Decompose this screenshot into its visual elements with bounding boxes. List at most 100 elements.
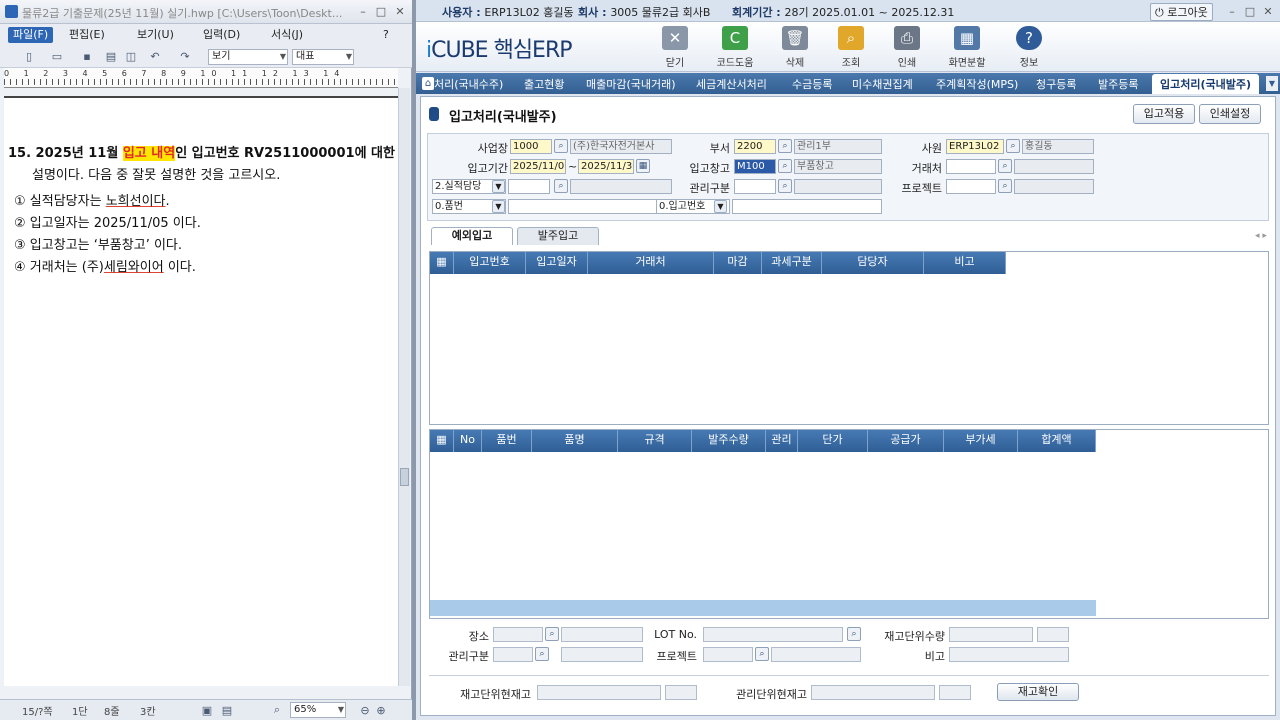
col-closing[interactable]: 마감 — [714, 252, 762, 274]
col-item-name[interactable]: 품명 — [532, 430, 618, 452]
col-receipt-date[interactable]: 입고일자 — [526, 252, 588, 274]
search-icon[interactable]: ⌕ — [554, 179, 568, 193]
new-doc-icon[interactable]: ▯ — [22, 50, 36, 63]
col-order-qty[interactable]: 발주수량 — [692, 430, 766, 452]
biz-code-field[interactable]: 1000 — [510, 139, 552, 154]
view-mode-icon[interactable]: ▣ — [200, 704, 214, 717]
menu-file[interactable]: 파일(F) — [8, 27, 54, 43]
emp-code-field[interactable]: ERP13L02 — [946, 139, 1004, 154]
tab-request[interactable]: 청구등록 — [1036, 76, 1076, 92]
open-folder-icon[interactable]: ▭ — [50, 50, 64, 63]
zoom-out-icon[interactable]: ⊖ — [358, 704, 372, 717]
calendar-icon[interactable]: ▦ — [636, 159, 650, 173]
bottom-project-code-field[interactable] — [703, 647, 753, 662]
search-icon[interactable]: ⌕ — [998, 179, 1012, 193]
tab-po-receiving[interactable]: 발주입고 — [517, 227, 599, 245]
tab-shipment-status[interactable]: 출고현황 — [524, 76, 564, 92]
search-icon[interactable]: ⌕ — [535, 647, 549, 661]
tab-scroll-arrows-icon[interactable]: ◂ ▸ — [1255, 231, 1267, 241]
split-screen-button[interactable]: ▦ 화면분할 — [944, 26, 990, 69]
tab-purchase-order[interactable]: 발주등록 — [1098, 76, 1138, 92]
search-icon[interactable]: ⌕ — [554, 139, 568, 153]
zoom-in-icon[interactable]: ⊕ — [374, 704, 388, 717]
grid-settings-icon[interactable]: ▦ — [430, 430, 454, 452]
item-field[interactable] — [508, 199, 672, 214]
ruler[interactable]: 0 1 2 3 4 5 6 7 8 9 10 11 12 13 14 — [4, 68, 398, 88]
chevron-down-icon[interactable]: ▼ — [1266, 76, 1278, 91]
document-page[interactable]: 15. 2025년 11월 입고 내역인 입고번호 RV2511000001에 … — [4, 96, 398, 686]
delete-button[interactable]: 🗑 삭제 — [772, 26, 818, 69]
menu-view[interactable]: 보기(U) — [132, 27, 179, 43]
preview-icon[interactable]: ◫ — [124, 50, 138, 63]
search-icon[interactable]: ⌕ — [778, 139, 792, 153]
view-combo[interactable]: 보기 ▼ — [208, 49, 288, 65]
save-icon[interactable]: ▪ — [80, 50, 94, 63]
col-receipt-no[interactable]: 입고번호 — [454, 252, 526, 274]
col-manager[interactable]: 담당자 — [822, 252, 924, 274]
code-help-button[interactable]: C 코드도움 — [712, 26, 758, 69]
scroll-thumb[interactable] — [400, 468, 409, 486]
search-icon[interactable]: ⌕ — [778, 179, 792, 193]
tab-receiving-domestic[interactable]: 입고처리(국내발주) — [1152, 74, 1260, 94]
stock-check-button[interactable]: 재고확인 — [997, 683, 1079, 701]
project-code-field[interactable] — [946, 179, 996, 194]
customer-code-field[interactable] — [946, 159, 996, 174]
apply-receiving-button[interactable]: 입고적용 — [1133, 104, 1195, 124]
vertical-scrollbar[interactable] — [398, 88, 410, 686]
receiving-detail-grid[interactable]: ▦ No 품번 품명 규격 발주수량 관리 단가 공급가 부가세 합계액 — [429, 429, 1269, 619]
tab-mps[interactable]: 주계획작성(MPS) — [936, 76, 1018, 92]
warehouse-code-field[interactable]: M100 — [734, 159, 776, 174]
search-icon[interactable]: ⌕ — [755, 647, 769, 661]
col-spec[interactable]: 규격 — [618, 430, 692, 452]
close-icon[interactable]: ✕ — [1260, 4, 1276, 19]
grid-settings-icon[interactable]: ▦ — [430, 252, 454, 274]
search-icon[interactable]: ⌕ — [998, 159, 1012, 173]
menu-help[interactable]: ? — [378, 27, 394, 43]
col-tax-type[interactable]: 과세구분 — [762, 252, 822, 274]
maximize-icon[interactable]: □ — [1242, 4, 1258, 19]
location-code-field[interactable] — [493, 627, 543, 642]
col-note[interactable]: 비고 — [924, 252, 1006, 274]
maximize-icon[interactable]: □ — [373, 4, 389, 19]
page-view-icon[interactable]: ▤ — [220, 704, 234, 717]
lot-field[interactable] — [703, 627, 843, 642]
chevron-down-icon[interactable]: ▼ — [492, 200, 505, 213]
bottom-note-field[interactable] — [949, 647, 1069, 662]
col-mgmt[interactable]: 관리 — [766, 430, 798, 452]
tab-sales-closing[interactable]: 매출마감(국내거래) — [586, 76, 676, 92]
undo-icon[interactable]: ↶ — [148, 50, 162, 63]
tab-tax-invoice[interactable]: 세금계산서처리 — [696, 76, 767, 92]
redo-icon[interactable]: ↷ — [178, 50, 192, 63]
print-icon[interactable]: ▤ — [104, 50, 118, 63]
zoom-icon[interactable]: ⌕ — [270, 703, 284, 716]
bottom-mgmt-code-field[interactable] — [493, 647, 533, 662]
home-icon[interactable]: ⌂ — [422, 77, 434, 90]
logout-button[interactable]: ⏻ 로그아웃 — [1150, 3, 1213, 21]
col-customer[interactable]: 거래처 — [588, 252, 714, 274]
col-item-code[interactable]: 품번 — [482, 430, 532, 452]
menu-edit[interactable]: 편집(E) — [64, 27, 110, 43]
search-icon[interactable]: ⌕ — [545, 627, 559, 641]
chevron-down-icon[interactable]: ▼ — [492, 180, 505, 193]
dept-code-field[interactable]: 2200 — [734, 139, 776, 154]
print-button[interactable]: ⎙ 인쇄 — [884, 26, 930, 69]
receiving-header-grid[interactable]: ▦ 입고번호 입고일자 거래처 마감 과세구분 담당자 비고 — [429, 251, 1269, 425]
mgmt-code-field[interactable] — [734, 179, 776, 194]
col-no[interactable]: No — [454, 430, 482, 452]
tab-receivables[interactable]: 미수채권집계 — [852, 76, 913, 92]
actor-code-field[interactable] — [508, 179, 550, 194]
period-from-field[interactable]: 2025/11/01 — [510, 159, 566, 174]
menu-format[interactable]: 서식(J) — [266, 27, 308, 43]
col-vat[interactable]: 부가세 — [944, 430, 1018, 452]
close-button[interactable]: ✕ 닫기 — [652, 26, 698, 69]
col-unit-price[interactable]: 단가 — [798, 430, 868, 452]
tab-order-processing[interactable]: 처리(국내수주) — [434, 76, 503, 92]
print-settings-button[interactable]: 인쇄설정 — [1199, 104, 1261, 124]
tab-collection[interactable]: 수금등록 — [792, 76, 832, 92]
col-supply-price[interactable]: 공급가 — [868, 430, 944, 452]
style-combo[interactable]: 대표 ▼ — [292, 49, 354, 65]
search-icon[interactable]: ⌕ — [778, 159, 792, 173]
zoom-combo[interactable]: 65% ▼ — [290, 702, 346, 718]
search-icon[interactable]: ⌕ — [847, 627, 861, 641]
receipt-no-field[interactable] — [732, 199, 882, 214]
